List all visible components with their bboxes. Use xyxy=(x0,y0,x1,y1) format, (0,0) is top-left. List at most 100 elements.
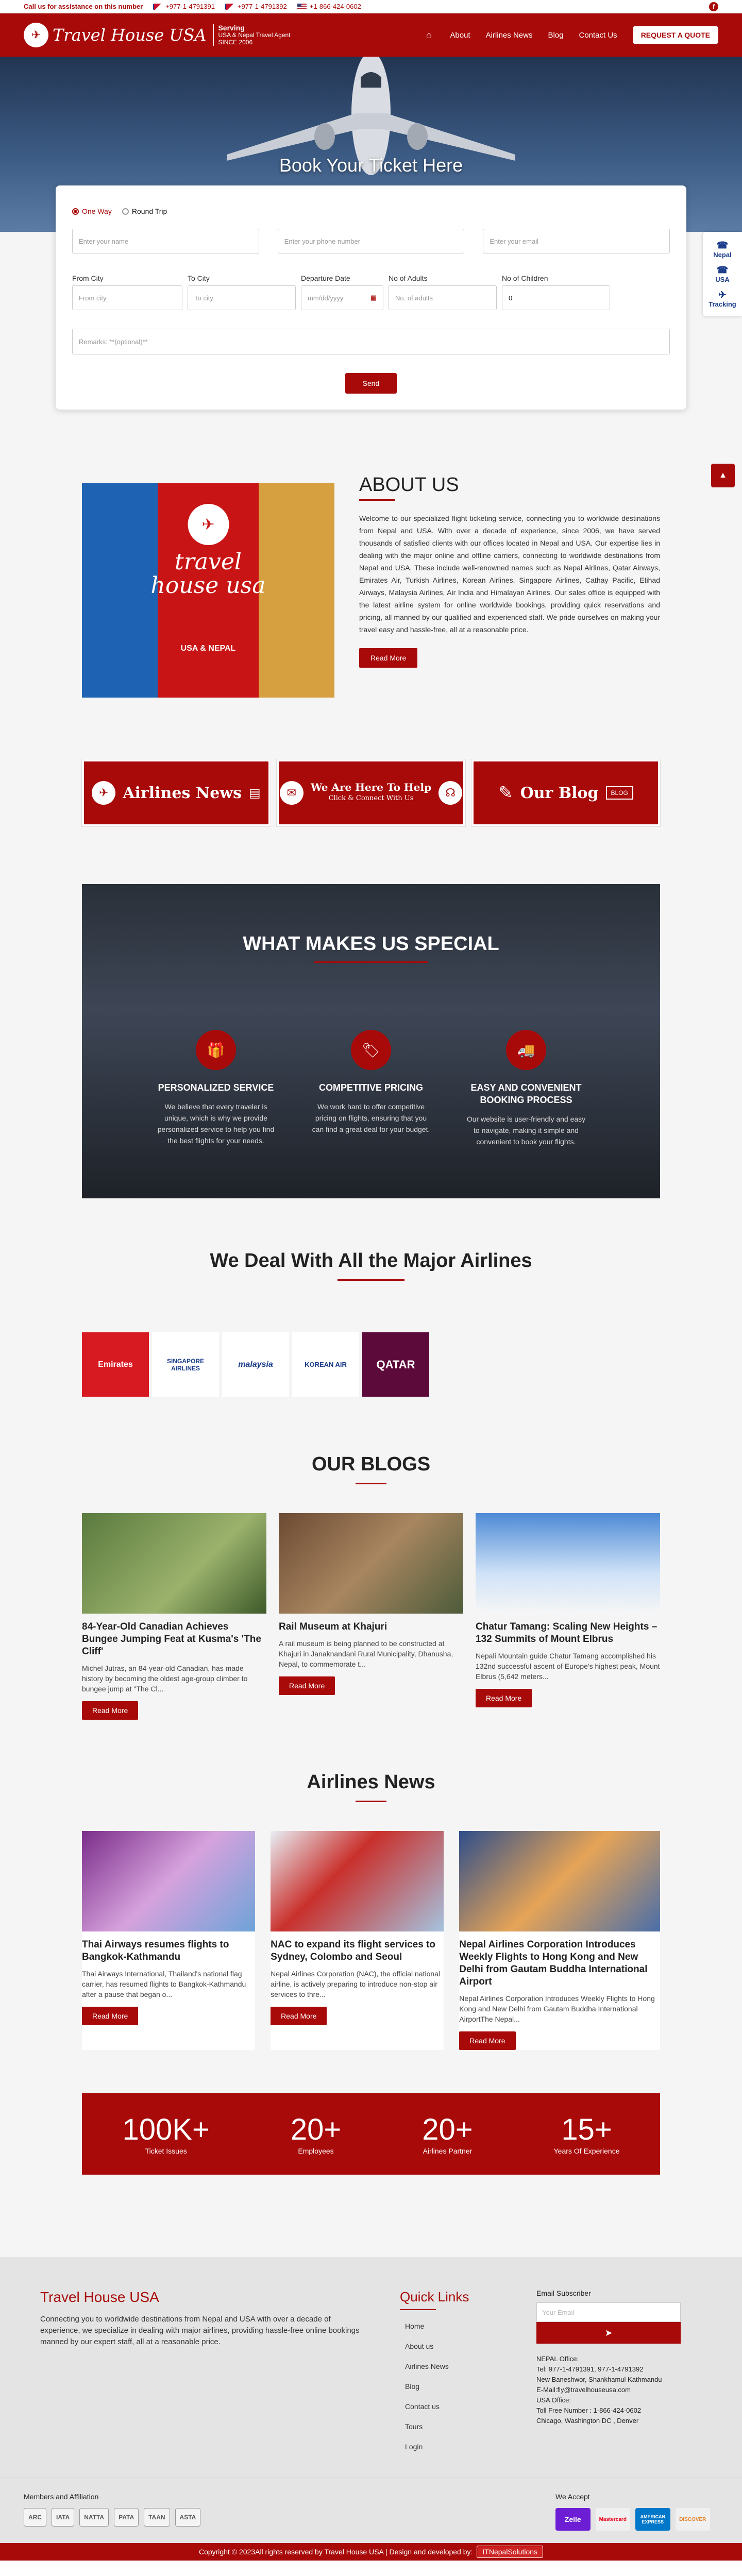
title-underline xyxy=(338,1279,404,1281)
news-image[interactable] xyxy=(459,1831,660,1931)
side-nepal[interactable]: ☎ Nepal xyxy=(703,237,742,262)
nepal-flag-icon xyxy=(153,3,163,10)
news-read-more-button[interactable]: Read More xyxy=(271,2007,327,2025)
logo-emblem-icon: ✈ xyxy=(24,23,48,47)
nav-airlines-news[interactable]: Airlines News xyxy=(486,31,533,40)
about-body: Welcome to our specialized flight ticket… xyxy=(359,514,660,634)
footer-link-login[interactable]: Login xyxy=(400,2437,526,2457)
subscriber-title: Email Subscriber xyxy=(536,2289,591,2297)
news-read-more-button[interactable]: Read More xyxy=(459,2031,516,2050)
footer: Travel House USA Connecting you to world… xyxy=(0,2257,742,2478)
taan-logo: TAAN xyxy=(144,2508,170,2527)
copyright-bar: Copyright © 2023All rights reserved by T… xyxy=(0,2543,742,2561)
home-icon[interactable]: ⌂ xyxy=(423,30,434,40)
special-item: 🎁 PERSONALIZED SERVICE We believe that e… xyxy=(154,1030,278,1147)
nav-links: ⌂ About Airlines News Blog Contact Us RE… xyxy=(423,26,718,44)
about-image-sub: USA & NEPAL xyxy=(180,644,236,653)
payment-panel: We Accept Zelle Mastercard AMERICAN EXPR… xyxy=(555,2493,710,2531)
hero-title: Book Your Ticket Here xyxy=(279,155,463,176)
airlines-news-banner[interactable]: ✈ Airlines News ▤ xyxy=(81,759,271,827)
about-read-more-button[interactable]: Read More xyxy=(359,648,418,668)
stat-item: 100K+ Ticket Issues xyxy=(122,2113,210,2155)
title-underline xyxy=(356,1801,386,1802)
side-usa[interactable]: ☎ USA xyxy=(703,262,742,286)
subscribe-send-button[interactable]: ➤ xyxy=(536,2322,681,2344)
usa-flag-icon xyxy=(297,3,307,10)
footer-link-home[interactable]: Home xyxy=(400,2316,526,2336)
logo-emblem-icon: ✈ xyxy=(188,504,229,545)
nav-about[interactable]: About xyxy=(450,31,470,40)
chat-icon: ✉ xyxy=(279,781,303,805)
phone-nepal-2[interactable]: +977-1-4791392 xyxy=(225,3,287,10)
name-input[interactable]: Enter your name xyxy=(72,229,259,253)
nepal-flag-icon xyxy=(225,3,234,10)
side-tracking[interactable]: ✈ Tracking xyxy=(703,286,742,311)
partners-section: We Deal With All the Major Airlines Emir… xyxy=(0,1250,742,1453)
about-title: ABOUT US xyxy=(359,474,459,496)
help-banner[interactable]: ✉ We Are Here To Help Click & Connect Wit… xyxy=(276,759,466,827)
footer-link-about[interactable]: About us xyxy=(400,2336,526,2357)
nav-blog[interactable]: Blog xyxy=(548,31,563,40)
news-section: Airlines News Thai Airways resumes fligh… xyxy=(0,1771,742,2093)
facebook-icon[interactable]: f xyxy=(709,2,718,11)
top-bar: Call us for assistance on this number +9… xyxy=(0,0,742,13)
phone-usa[interactable]: +1-866-424-0602 xyxy=(297,3,361,10)
adults-input[interactable]: No. of adults xyxy=(389,285,497,310)
blog-image[interactable] xyxy=(82,1513,266,1614)
from-city-input[interactable]: From city xyxy=(72,285,182,310)
remarks-input[interactable]: Remarks: **(optional)** xyxy=(72,329,670,354)
footer-link-airlines-news[interactable]: Airlines News xyxy=(400,2357,526,2377)
gift-icon: 🎁 xyxy=(196,1030,236,1070)
discover-logo: DISCOVER xyxy=(675,2508,710,2531)
to-city-input[interactable]: To city xyxy=(188,285,296,310)
blog-tag: BLOG xyxy=(605,786,633,800)
children-input[interactable]: 0 xyxy=(502,285,610,310)
pata-logo: PATA xyxy=(114,2508,139,2527)
departure-date-input[interactable]: mm/dd/yyyy ▦ xyxy=(301,285,383,310)
phone-input[interactable]: Enter your phone number xyxy=(277,229,465,253)
scroll-top-button[interactable]: ▲ xyxy=(711,464,735,487)
developer-link[interactable]: ITNepalSolutions xyxy=(477,2546,544,2558)
radio-round-trip[interactable]: Round Trip xyxy=(122,207,167,215)
malaysia-airlines-logo: malaysia xyxy=(222,1332,289,1397)
radio-one-way[interactable]: One Way xyxy=(72,207,112,215)
footer-link-tours[interactable]: Tours xyxy=(400,2417,526,2437)
footer-link-blog[interactable]: Blog xyxy=(400,2377,526,2397)
blog-image[interactable] xyxy=(279,1513,463,1614)
to-city-label: To City xyxy=(188,274,210,282)
children-label: No of Children xyxy=(502,274,548,282)
from-city-label: From City xyxy=(72,274,104,282)
radio-unchecked-icon[interactable] xyxy=(122,208,129,215)
notebook-icon: ✎ xyxy=(498,783,513,803)
headset-icon: ☊ xyxy=(439,781,463,805)
site-logo[interactable]: ✈ Travel House USA Serving USA & Nepal T… xyxy=(24,23,291,47)
footer-about: Connecting you to worldwide destinations… xyxy=(40,2315,360,2346)
blogs-title: OUR BLOGS xyxy=(311,1453,431,1475)
news-title: Airlines News xyxy=(307,1771,435,1793)
nav-contact[interactable]: Contact Us xyxy=(579,31,617,40)
footer-link-contact[interactable]: Contact us xyxy=(400,2397,526,2417)
iata-logo: IATA xyxy=(52,2508,75,2527)
phone-nepal-1[interactable]: +977-1-4791391 xyxy=(153,3,215,10)
membership-title: Members and Affiliation xyxy=(24,2493,99,2501)
radio-checked-icon[interactable] xyxy=(72,208,79,215)
subscriber-email-input[interactable]: Your Email xyxy=(536,2302,681,2322)
stats-section: 100K+ Ticket Issues 20+ Employees 20+ Airli… xyxy=(0,2093,742,2257)
blog-image[interactable] xyxy=(476,1513,660,1614)
request-quote-button[interactable]: REQUEST A QUOTE xyxy=(632,26,718,44)
send-button[interactable]: Send xyxy=(345,373,397,394)
email-input[interactable]: Enter your email xyxy=(483,229,670,253)
blog-banner[interactable]: ✎ Our Blog BLOG xyxy=(471,759,661,827)
news-read-more-button[interactable]: Read More xyxy=(82,2007,139,2025)
blog-read-more-button[interactable]: Read More xyxy=(476,1689,532,1707)
blog-read-more-button[interactable]: Read More xyxy=(279,1676,335,1695)
footer-title: Travel House USA xyxy=(40,2289,159,2305)
natta-logo: NATTA xyxy=(79,2508,109,2527)
blog-card: 84-Year-Old Canadian Achieves Bungee Jum… xyxy=(82,1513,266,1720)
airline-logos: Emirates SINGAPORE AIRLINES malaysia KOR… xyxy=(82,1332,660,1397)
news-image[interactable] xyxy=(271,1831,444,1931)
calendar-icon[interactable]: ▦ xyxy=(370,294,377,302)
news-image[interactable] xyxy=(82,1831,256,1931)
korean-air-logo: KOREAN AIR xyxy=(292,1332,359,1397)
blog-read-more-button[interactable]: Read More xyxy=(82,1701,139,1720)
